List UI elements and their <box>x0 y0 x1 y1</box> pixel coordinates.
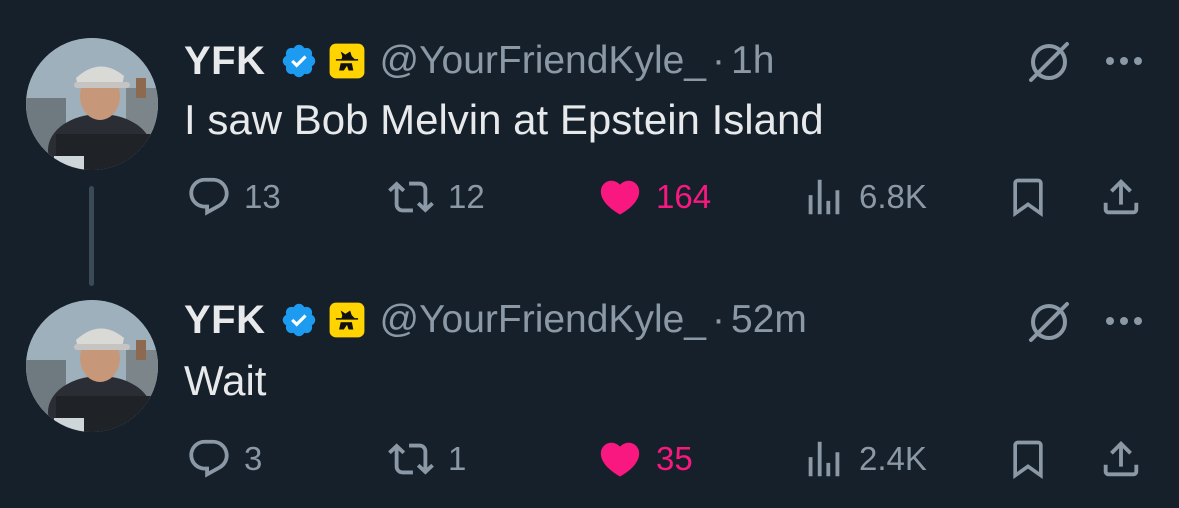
bookmark-icon <box>1013 178 1043 218</box>
more-icon[interactable] <box>1100 51 1148 71</box>
share-icon <box>1103 440 1139 477</box>
tweet-text: I saw Bob Melvin at Epstein Island <box>184 96 824 143</box>
retweet-count: 1 <box>448 440 467 477</box>
affiliate-badge-icon[interactable] <box>328 42 366 80</box>
tweet-header: YFK @YourFriendKyle_ · 52m <box>184 295 807 345</box>
like-button[interactable]: 164 <box>596 172 711 222</box>
views-count: 6.8K <box>859 178 927 215</box>
share-icon <box>1103 178 1139 215</box>
separator-dot: · <box>712 298 725 341</box>
grok-icon[interactable] <box>1025 38 1073 86</box>
display-name[interactable]: YFK <box>184 298 266 343</box>
reply-count: 13 <box>244 178 281 215</box>
retweet-count: 12 <box>448 178 485 215</box>
tweet[interactable]: YFK @YourFriendKyle_ · 1h I saw Bob Melv… <box>0 0 1179 250</box>
like-button[interactable]: 35 <box>596 434 693 484</box>
retweet-button[interactable]: 12 <box>386 172 485 222</box>
retweet-button[interactable]: 1 <box>386 434 466 484</box>
views-count: 2.4K <box>859 440 927 477</box>
avatar[interactable] <box>26 300 158 432</box>
reply-button[interactable]: 13 <box>186 172 281 222</box>
verified-badge-icon[interactable] <box>280 42 318 80</box>
affiliate-badge-icon[interactable] <box>328 301 366 339</box>
heart-icon <box>600 442 640 477</box>
timestamp[interactable]: 52m <box>731 298 807 342</box>
like-count: 35 <box>656 440 693 477</box>
like-count: 164 <box>656 178 712 215</box>
tweet-header: YFK @YourFriendKyle_ · 1h <box>184 36 774 86</box>
views-icon <box>808 179 840 215</box>
user-handle[interactable]: @YourFriendKyle_ <box>380 39 707 83</box>
share-button[interactable] <box>1098 172 1144 222</box>
display-name[interactable]: YFK <box>184 39 266 84</box>
verified-badge-icon[interactable] <box>280 301 318 339</box>
bookmark-icon <box>1013 440 1043 480</box>
grok-icon[interactable] <box>1025 298 1073 346</box>
heart-icon <box>600 180 640 215</box>
user-handle[interactable]: @YourFriendKyle_ <box>380 298 707 342</box>
retweet-icon <box>388 443 434 475</box>
bookmark-button[interactable] <box>1006 434 1050 484</box>
bookmark-button[interactable] <box>1006 172 1050 222</box>
views-button[interactable]: 2.4K <box>801 434 927 484</box>
views-button[interactable]: 6.8K <box>801 172 927 222</box>
reply-count: 3 <box>244 440 263 477</box>
share-button[interactable] <box>1098 434 1144 484</box>
timestamp[interactable]: 1h <box>731 39 774 83</box>
tweet-text: Wait <box>184 357 267 404</box>
retweet-icon <box>388 181 434 213</box>
reply-icon <box>189 439 229 478</box>
tweet-actions: 3 1 35 2.4K <box>0 434 1179 484</box>
avatar[interactable] <box>26 38 158 170</box>
reply-icon <box>189 177 229 216</box>
reply-button[interactable]: 3 <box>186 434 262 484</box>
views-icon <box>808 441 840 477</box>
separator-dot: · <box>712 39 725 82</box>
tweet-actions: 13 12 164 6.8K <box>0 172 1179 222</box>
more-icon[interactable] <box>1100 311 1148 331</box>
